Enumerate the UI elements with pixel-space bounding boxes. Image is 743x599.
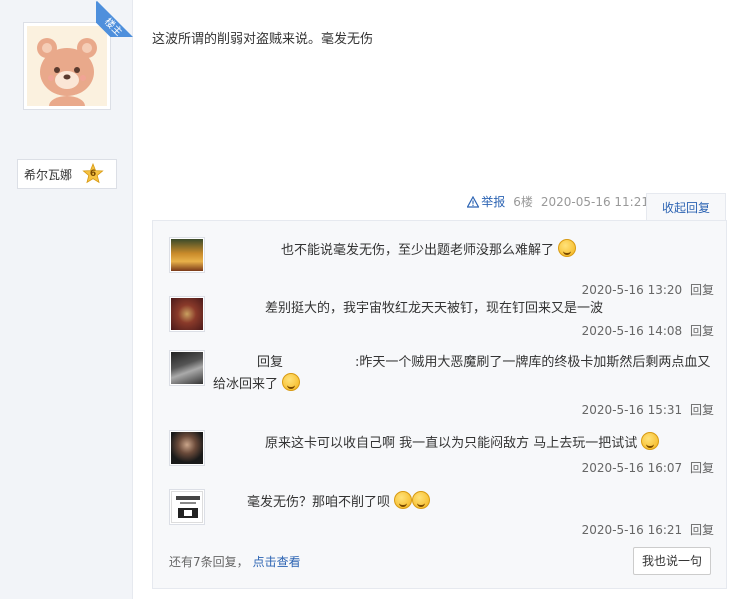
post-timestamp: 2020-05-16 11:21: [540, 194, 649, 209]
op-badge: 楼主: [96, 0, 133, 37]
reply-time: 2020-5-16 15:31: [581, 403, 683, 417]
floor-number: 6楼: [513, 195, 533, 209]
reply-avatar[interactable]: [169, 430, 205, 466]
reply-list: 也不能说毫发无伤，至少出题老师没那么难解了 2020-5-16 13:20 回复…: [152, 220, 727, 589]
poster-thumbnail-icon: [176, 496, 200, 518]
reply-button[interactable]: 回复: [690, 461, 714, 475]
reply-text: 也不能说毫发无伤，至少出题老师没那么难解了: [281, 243, 555, 258]
post-meta: 举报 6楼 2020-05-16 11:21: [467, 193, 649, 210]
laugh-emoji-icon: [282, 373, 301, 391]
reply-meta: 2020-5-16 16:21 回复: [582, 521, 714, 538]
author-sidebar: 楼主 希尔瓦娜 6: [0, 0, 133, 599]
grin-emoji-icon: [412, 491, 431, 509]
grin-emoji-icon: [394, 491, 413, 509]
author-username[interactable]: 希尔瓦娜: [24, 166, 72, 183]
level-number: 6: [89, 169, 97, 179]
more-replies: 还有7条回复， 点击查看: [169, 553, 301, 570]
surprised-emoji-icon: [641, 432, 660, 450]
report-link[interactable]: 举报: [467, 193, 505, 210]
reply-text: 差别挺大的，我宇宙牧红龙天天被钉，现在钉回来又是一波: [265, 301, 604, 316]
reply-button[interactable]: 回复: [690, 324, 714, 338]
bear-avatar-icon: [37, 38, 97, 106]
view-more-link[interactable]: 点击查看: [253, 555, 301, 569]
level-star-icon: 6: [82, 162, 104, 185]
reply-button[interactable]: 回复: [690, 523, 714, 537]
post-content: 这波所谓的削弱对盗贼来说。毫发无伤: [152, 32, 374, 47]
reply-avatar[interactable]: [169, 296, 205, 332]
warning-icon: [467, 195, 480, 208]
collapse-replies-button[interactable]: 收起回复: [646, 193, 726, 221]
reply-avatar[interactable]: [169, 489, 205, 525]
reply-meta: 2020-5-16 13:20 回复: [582, 281, 714, 298]
reply-meta: 2020-5-16 15:31 回复: [582, 401, 714, 418]
reply-time: 2020-5-16 14:08: [581, 324, 683, 338]
reply-button[interactable]: 回复: [690, 403, 714, 417]
reply-time: 2020-5-16 16:21: [581, 523, 683, 537]
reply-text: 原来这卡可以收自己啊 我一直以为只能闷敌方 马上去玩一把试试: [265, 436, 638, 451]
reply-time: 2020-5-16 16:07: [581, 461, 683, 475]
reply-button[interactable]: 回复: [690, 283, 714, 297]
reply-meta: 2020-5-16 14:08 回复: [582, 322, 714, 339]
reply-avatar[interactable]: [169, 350, 205, 386]
author-name-tag[interactable]: 希尔瓦娜 6: [17, 159, 117, 189]
reply-avatar[interactable]: [169, 237, 205, 273]
add-reply-button[interactable]: 我也说一句: [633, 547, 711, 575]
reply-time: 2020-5-16 13:20: [581, 283, 683, 297]
reply-meta: 2020-5-16 16:07 回复: [582, 459, 714, 476]
more-replies-text: 还有7条回复，: [169, 555, 249, 569]
reply-prefix: 回复: [257, 355, 284, 370]
grin-emoji-icon: [558, 239, 577, 257]
reply-text: 毫发无伤？那咱不削了呗: [247, 495, 391, 510]
